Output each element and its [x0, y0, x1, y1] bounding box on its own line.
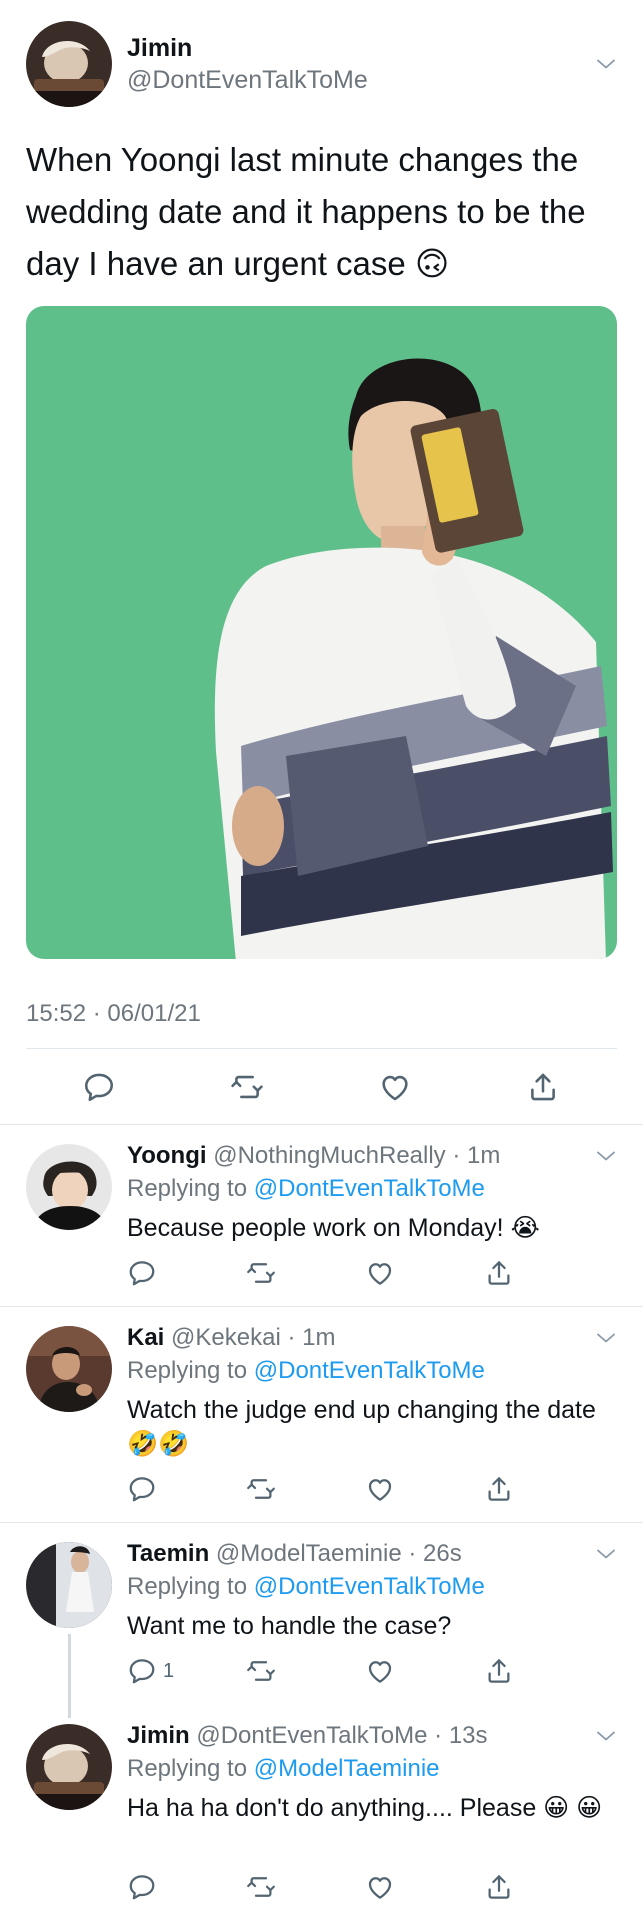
reply-header: Taemin @ModelTaeminie · 26s	[127, 1540, 462, 1568]
reply-time[interactable]: · 1m	[287, 1324, 335, 1351]
reply-icon	[82, 1070, 116, 1104]
like-button[interactable]	[365, 1872, 395, 1902]
like-icon	[365, 1258, 395, 1288]
reply-tweet[interactable]: Taemin @ModelTaeminie · 26s Replying to …	[0, 1522, 643, 1722]
share-icon	[484, 1474, 514, 1504]
retweet-icon	[246, 1258, 276, 1288]
reply-text: Watch the judge end up changing the date…	[127, 1396, 596, 1458]
like-button[interactable]	[365, 1656, 395, 1686]
avatar[interactable]	[26, 1326, 112, 1412]
reply-button[interactable]	[127, 1258, 157, 1288]
reply-text: Because people work on Monday! 😭	[127, 1214, 540, 1242]
share-icon	[484, 1872, 514, 1902]
avatar[interactable]	[26, 21, 112, 107]
share-button[interactable]	[484, 1656, 514, 1686]
reply-icon	[127, 1656, 157, 1686]
reply-tweet[interactable]: Yoongi @NothingMuchReally · 1m Replying …	[0, 1124, 643, 1306]
retweet-button[interactable]	[230, 1070, 264, 1104]
like-icon	[365, 1872, 395, 1902]
reply-header: Yoongi @NothingMuchReally · 1m	[127, 1142, 500, 1170]
share-button[interactable]	[484, 1872, 514, 1902]
reply-time[interactable]: · 13s	[434, 1722, 487, 1749]
reply-author-name[interactable]: Kai	[127, 1324, 164, 1351]
divider	[26, 1048, 617, 1049]
chevron-down-icon[interactable]	[594, 1542, 618, 1566]
share-icon	[484, 1258, 514, 1288]
reply-author-name[interactable]: Jimin	[127, 1722, 190, 1749]
retweet-icon	[246, 1474, 276, 1504]
reply-button[interactable]	[127, 1872, 157, 1902]
reply-tweet[interactable]: Jimin @DontEvenTalkToMe · 13s Replying t…	[0, 1704, 643, 1920]
author-name[interactable]: Jimin	[127, 34, 192, 63]
retweet-icon	[230, 1070, 264, 1104]
retweet-icon	[246, 1872, 276, 1902]
reply-button[interactable]	[82, 1070, 116, 1104]
like-icon	[378, 1070, 412, 1104]
reply-icon	[127, 1872, 157, 1902]
reply-author-handle[interactable]: @ModelTaeminie	[216, 1540, 402, 1567]
replying-to: Replying to @DontEvenTalkToMe	[127, 1175, 485, 1203]
retweet-button[interactable]	[246, 1656, 276, 1686]
chevron-down-icon[interactable]	[594, 1326, 618, 1350]
share-icon	[526, 1070, 560, 1104]
reply-time[interactable]: · 26s	[408, 1540, 461, 1567]
replying-to: Replying to @ModelTaeminie	[127, 1755, 440, 1783]
chevron-down-icon[interactable]	[594, 52, 618, 76]
reply-icon	[127, 1474, 157, 1504]
replying-to-handle[interactable]: @ModelTaeminie	[254, 1755, 440, 1782]
chevron-down-icon[interactable]	[594, 1724, 618, 1748]
reply-author-name[interactable]: Yoongi	[127, 1142, 207, 1169]
author-handle[interactable]: @DontEvenTalkToMe	[127, 66, 368, 95]
chevron-down-icon[interactable]	[594, 1144, 618, 1168]
retweet-icon	[246, 1656, 276, 1686]
reply-button[interactable]	[127, 1474, 157, 1504]
retweet-button[interactable]	[246, 1474, 276, 1504]
replying-to: Replying to @DontEvenTalkToMe	[127, 1357, 485, 1385]
reply-count: 1	[163, 1659, 175, 1682]
like-button[interactable]	[378, 1070, 412, 1104]
share-icon	[484, 1656, 514, 1686]
replying-to-label: Replying to	[127, 1175, 248, 1202]
like-icon	[365, 1656, 395, 1686]
replying-to-handle[interactable]: @DontEvenTalkToMe	[254, 1573, 485, 1600]
reply-time[interactable]: · 1m	[452, 1142, 500, 1169]
like-button[interactable]	[365, 1258, 395, 1288]
replying-to-handle[interactable]: @DontEvenTalkToMe	[254, 1357, 485, 1384]
reply-header: Jimin @DontEvenTalkToMe · 13s	[127, 1722, 488, 1750]
reply-tweet[interactable]: Kai @Kekekai · 1m Replying to @DontEvenT…	[0, 1306, 643, 1522]
tweet-media[interactable]	[26, 306, 617, 959]
avatar[interactable]	[26, 1144, 112, 1230]
share-button[interactable]	[526, 1070, 560, 1104]
replying-to-label: Replying to	[127, 1755, 248, 1782]
share-button[interactable]	[484, 1258, 514, 1288]
reply-author-name[interactable]: Taemin	[127, 1540, 209, 1567]
reply-icon	[127, 1258, 157, 1288]
tweet-timestamp[interactable]: 15:52 · 06/01/21	[26, 1000, 201, 1028]
replying-to-label: Replying to	[127, 1357, 248, 1384]
replying-to: Replying to @DontEvenTalkToMe	[127, 1573, 485, 1601]
reply-header: Kai @Kekekai · 1m	[127, 1324, 335, 1352]
reply-author-handle[interactable]: @NothingMuchReally	[213, 1142, 445, 1169]
share-button[interactable]	[484, 1474, 514, 1504]
retweet-button[interactable]	[246, 1258, 276, 1288]
avatar[interactable]	[26, 1724, 112, 1810]
like-button[interactable]	[365, 1474, 395, 1504]
replying-to-handle[interactable]: @DontEvenTalkToMe	[254, 1175, 485, 1202]
retweet-button[interactable]	[246, 1872, 276, 1902]
reply-text: Ha ha ha don't do anything.... Please 😀 …	[127, 1794, 603, 1822]
replying-to-label: Replying to	[127, 1573, 248, 1600]
reply-author-handle[interactable]: @DontEvenTalkToMe	[196, 1722, 427, 1749]
reply-button[interactable]: 1	[127, 1656, 174, 1686]
avatar[interactable]	[26, 1542, 112, 1628]
reply-author-handle[interactable]: @Kekekai	[171, 1324, 281, 1351]
reply-text: Want me to handle the case?	[127, 1612, 452, 1640]
like-icon	[365, 1474, 395, 1504]
tweet-text: When Yoongi last minute changes the wedd…	[26, 141, 586, 282]
